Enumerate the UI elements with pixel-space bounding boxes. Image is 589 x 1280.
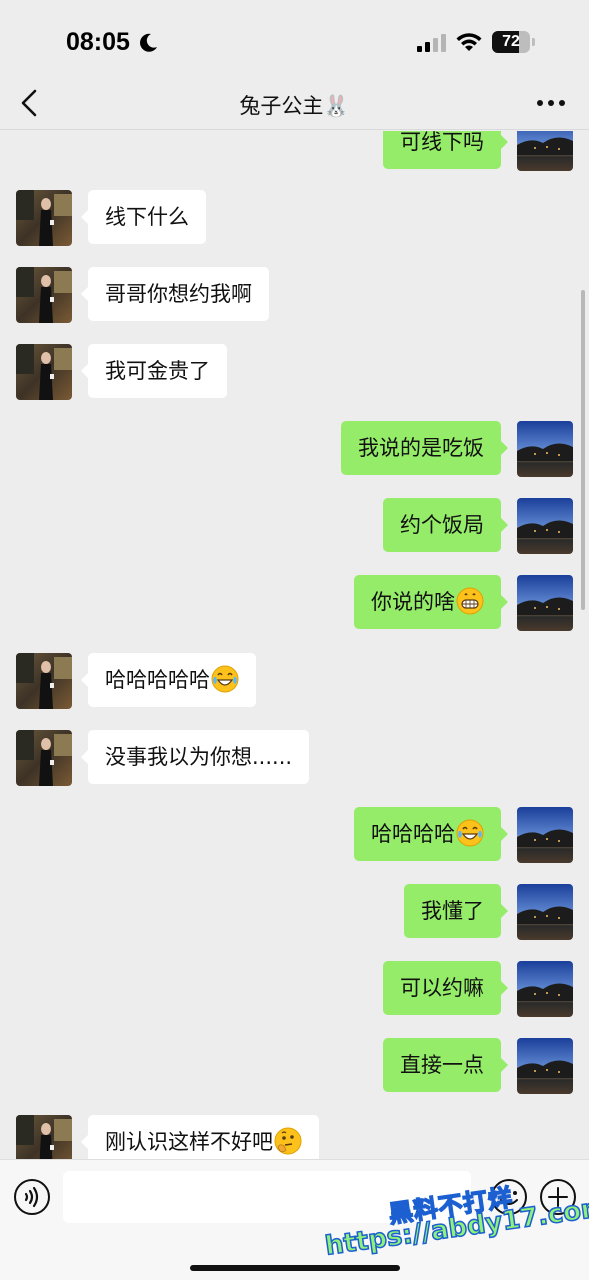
my-avatar[interactable]	[517, 498, 573, 554]
landscape-avatar-image	[517, 1038, 573, 1094]
message-bubble-sent[interactable]: 可线下吗	[383, 131, 508, 169]
battery-cap	[532, 38, 535, 46]
portrait-avatar-image	[16, 190, 72, 246]
message-text: 我懂了	[421, 899, 484, 923]
message-bubble-sent[interactable]: 你说的啥	[354, 575, 508, 629]
cellular-signal-icon	[417, 34, 446, 52]
message-row: 可线下吗	[0, 131, 589, 171]
wifi-icon	[456, 33, 482, 51]
message-row: 可以约嘛	[0, 961, 589, 1017]
message-row: 哥哥你想约我啊	[0, 267, 589, 323]
message-text: 你说的啥	[371, 590, 455, 614]
message-row: 我可金贵了	[0, 344, 589, 400]
message-row: 线下什么	[0, 190, 589, 246]
portrait-avatar-image	[16, 267, 72, 323]
my-avatar[interactable]	[517, 884, 573, 940]
landscape-avatar-image	[517, 131, 573, 171]
message-row: 我懂了	[0, 884, 589, 940]
message-bubble-sent[interactable]: 哈哈哈哈	[354, 807, 508, 861]
message-row: 约个饭局	[0, 498, 589, 554]
message-bubble-received[interactable]: 哥哥你想约我啊	[81, 267, 269, 321]
message-text: 哈哈哈哈哈	[105, 668, 210, 692]
message-text: 约个饭局	[400, 513, 484, 537]
message-text: 可线下吗	[400, 131, 484, 154]
landscape-avatar-image	[517, 961, 573, 1017]
portrait-avatar-image	[16, 730, 72, 786]
contact-avatar[interactable]	[16, 730, 72, 786]
contact-avatar[interactable]	[16, 344, 72, 400]
message-text: 哈哈哈哈	[371, 822, 455, 846]
voice-icon[interactable]	[13, 1178, 51, 1216]
my-avatar[interactable]	[517, 421, 573, 477]
contact-avatar[interactable]	[16, 653, 72, 709]
message-text: 我可金贵了	[105, 359, 210, 383]
portrait-avatar-image	[16, 653, 72, 709]
battery-body: 72	[492, 31, 530, 53]
message-text: 我说的是吃饭	[358, 436, 484, 460]
message-bubble-sent[interactable]: 约个饭局	[383, 498, 508, 552]
message-bubble-received[interactable]: 线下什么	[81, 190, 206, 244]
landscape-avatar-image	[517, 498, 573, 554]
portrait-avatar-image	[16, 1115, 72, 1159]
message-row: 直接一点	[0, 1038, 589, 1094]
message-text: 没事我以为你想......	[105, 745, 293, 769]
message-text: 直接一点	[400, 1053, 484, 1077]
landscape-avatar-image	[517, 575, 573, 631]
message-bubble-sent[interactable]: 可以约嘛	[383, 961, 508, 1015]
my-avatar[interactable]	[517, 1038, 573, 1094]
message-text: 刚认识这样不好吧	[105, 1130, 273, 1154]
battery-icon: 72	[492, 31, 536, 53]
home-indicator	[190, 1265, 400, 1271]
grinning-face-icon	[456, 587, 484, 615]
thinking-face-icon	[274, 1127, 302, 1155]
message-text: 线下什么	[105, 205, 189, 229]
message-bubble-received[interactable]: 我可金贵了	[81, 344, 227, 398]
message-bubble-received[interactable]: 哈哈哈哈哈	[81, 653, 256, 707]
message-bubble-sent[interactable]: 我说的是吃饭	[341, 421, 508, 475]
portrait-avatar-image	[16, 344, 72, 400]
landscape-avatar-image	[517, 807, 573, 863]
contact-avatar[interactable]	[16, 190, 72, 246]
contact-avatar[interactable]	[16, 267, 72, 323]
message-row: 我说的是吃饭	[0, 421, 589, 477]
my-avatar[interactable]	[517, 961, 573, 1017]
my-avatar[interactable]	[517, 575, 573, 631]
landscape-avatar-image	[517, 884, 573, 940]
my-avatar[interactable]	[517, 807, 573, 863]
message-text: 可以约嘛	[400, 976, 484, 1000]
battery-level: 72	[502, 33, 520, 50]
contact-avatar[interactable]	[16, 1115, 72, 1159]
tears-of-joy-icon	[211, 665, 239, 693]
scrollbar[interactable]	[581, 290, 585, 610]
my-avatar[interactable]	[517, 131, 573, 171]
message-row: 你说的啥	[0, 575, 589, 631]
tears-of-joy-icon	[456, 819, 484, 847]
message-bubble-sent[interactable]: 我懂了	[404, 884, 508, 938]
status-time: 08:05	[66, 28, 130, 56]
message-row: 刚认识这样不好吧	[0, 1115, 589, 1159]
moon-icon	[140, 33, 157, 52]
message-row: 没事我以为你想......	[0, 730, 589, 786]
message-bubble-received[interactable]: 没事我以为你想......	[80, 730, 310, 784]
message-bubble-received[interactable]: 刚认识这样不好吧	[81, 1115, 319, 1159]
ellipsis-icon[interactable]	[536, 98, 566, 108]
landscape-avatar-image	[517, 421, 573, 477]
message-row: 哈哈哈哈	[0, 807, 589, 863]
message-list[interactable]: 可线下吗 线下什么 哥哥你想约我啊 我可金贵了 我说的是吃饭 约个饭局 你说的啥…	[0, 131, 589, 1159]
message-bubble-sent[interactable]: 直接一点	[383, 1038, 508, 1092]
chat-title: 兔子公主🐰	[239, 94, 350, 118]
message-text: 哥哥你想约我啊	[105, 282, 252, 306]
message-row: 哈哈哈哈哈	[0, 653, 589, 709]
chat-header: 兔子公主🐰	[0, 78, 589, 130]
status-bar: 08:05 72	[0, 0, 589, 78]
